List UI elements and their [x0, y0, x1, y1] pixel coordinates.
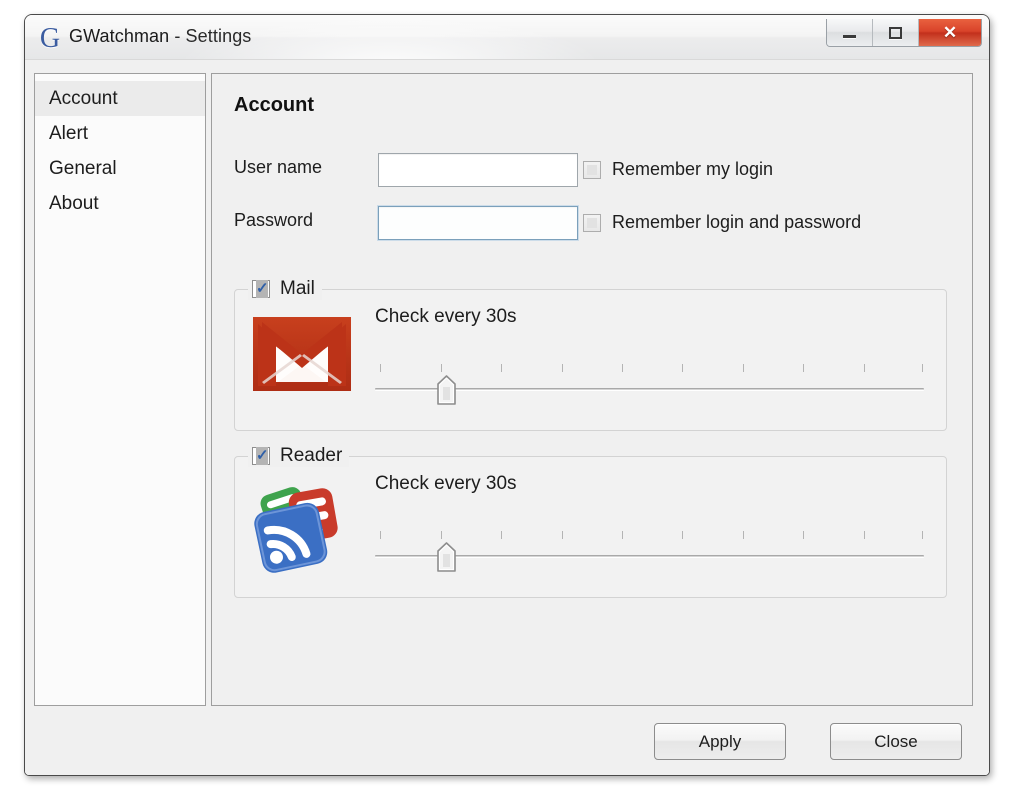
reader-slider-thumb[interactable] — [437, 542, 457, 572]
screen: G GWatchman - Settings ✕ Account Alert G… — [0, 0, 1017, 800]
close-window-button[interactable]: ✕ — [919, 19, 981, 46]
close-button[interactable]: Close — [830, 723, 962, 760]
window-body: Account Alert General About Account User… — [25, 60, 989, 775]
reader-slider-track[interactable] — [375, 555, 924, 558]
page-title: Account — [234, 94, 314, 116]
mail-enable-checkbox[interactable]: ✓ — [252, 280, 270, 298]
sidebar-item-general[interactable]: General — [35, 151, 205, 186]
sidebar-item-account[interactable]: Account — [35, 81, 205, 116]
sidebar-item-about[interactable]: About — [35, 186, 205, 221]
mail-group: ✓ Mail Check every 30s — [234, 278, 947, 431]
remember-login-row[interactable]: Remember my login — [583, 159, 773, 180]
mail-group-label: Mail — [280, 278, 315, 299]
window-title-app: GWatchman — [69, 26, 170, 46]
window-title-suffix: - Settings — [169, 26, 252, 46]
reader-slider-block: Check every 30s — [375, 473, 924, 572]
mail-group-legend[interactable]: ✓ Mail — [248, 278, 322, 300]
apply-button[interactable]: Apply — [654, 723, 786, 760]
minimize-icon — [827, 19, 872, 46]
maximize-button[interactable] — [873, 19, 919, 46]
minimize-button[interactable] — [827, 19, 873, 46]
content-panel: Account User name Password Remember my l… — [211, 73, 973, 706]
username-label: User name — [234, 157, 323, 177]
password-input[interactable] — [378, 206, 578, 240]
password-label: Password — [234, 210, 314, 230]
window-title: GWatchman - Settings — [69, 26, 251, 47]
window-controls: ✕ — [826, 19, 982, 47]
mail-interval-label: Check every 30s — [375, 306, 517, 327]
close-icon: ✕ — [942, 23, 958, 42]
remember-password-label: Remember login and password — [612, 212, 862, 232]
reader-group: ✓ Reader Check every 30s — [234, 445, 947, 598]
username-input[interactable] — [378, 153, 578, 187]
remember-password-checkbox[interactable] — [583, 213, 601, 232]
reader-enable-checkbox[interactable]: ✓ — [252, 447, 270, 465]
sidebar-item-alert[interactable]: Alert — [35, 116, 205, 151]
reader-group-legend[interactable]: ✓ Reader — [248, 445, 350, 467]
sidebar: Account Alert General About — [34, 73, 206, 706]
title-bar[interactable]: G GWatchman - Settings ✕ — [25, 15, 989, 60]
dialog-footer: Apply Close — [25, 707, 989, 775]
restore-icon — [873, 19, 918, 46]
mail-slider-block: Check every 30s — [375, 306, 924, 405]
mail-slider-thumb[interactable] — [437, 375, 457, 405]
mail-slider-track[interactable] — [375, 388, 924, 391]
reader-group-label: Reader — [280, 445, 343, 466]
remember-login-checkbox[interactable] — [583, 160, 601, 179]
reader-slider-ticks — [375, 531, 924, 540]
google-g-icon: G — [39, 23, 61, 54]
remember-password-row[interactable]: Remember login and password — [583, 212, 861, 233]
mail-slider-ticks — [375, 364, 924, 373]
reader-interval-label: Check every 30s — [375, 473, 517, 494]
remember-login-label: Remember my login — [612, 159, 774, 179]
settings-window: G GWatchman - Settings ✕ Account Alert G… — [24, 14, 990, 776]
google-reader-icon — [252, 483, 352, 573]
gmail-envelope-icon — [252, 316, 352, 406]
mail-interval-slider[interactable] — [375, 364, 924, 405]
reader-interval-slider[interactable] — [375, 531, 924, 572]
